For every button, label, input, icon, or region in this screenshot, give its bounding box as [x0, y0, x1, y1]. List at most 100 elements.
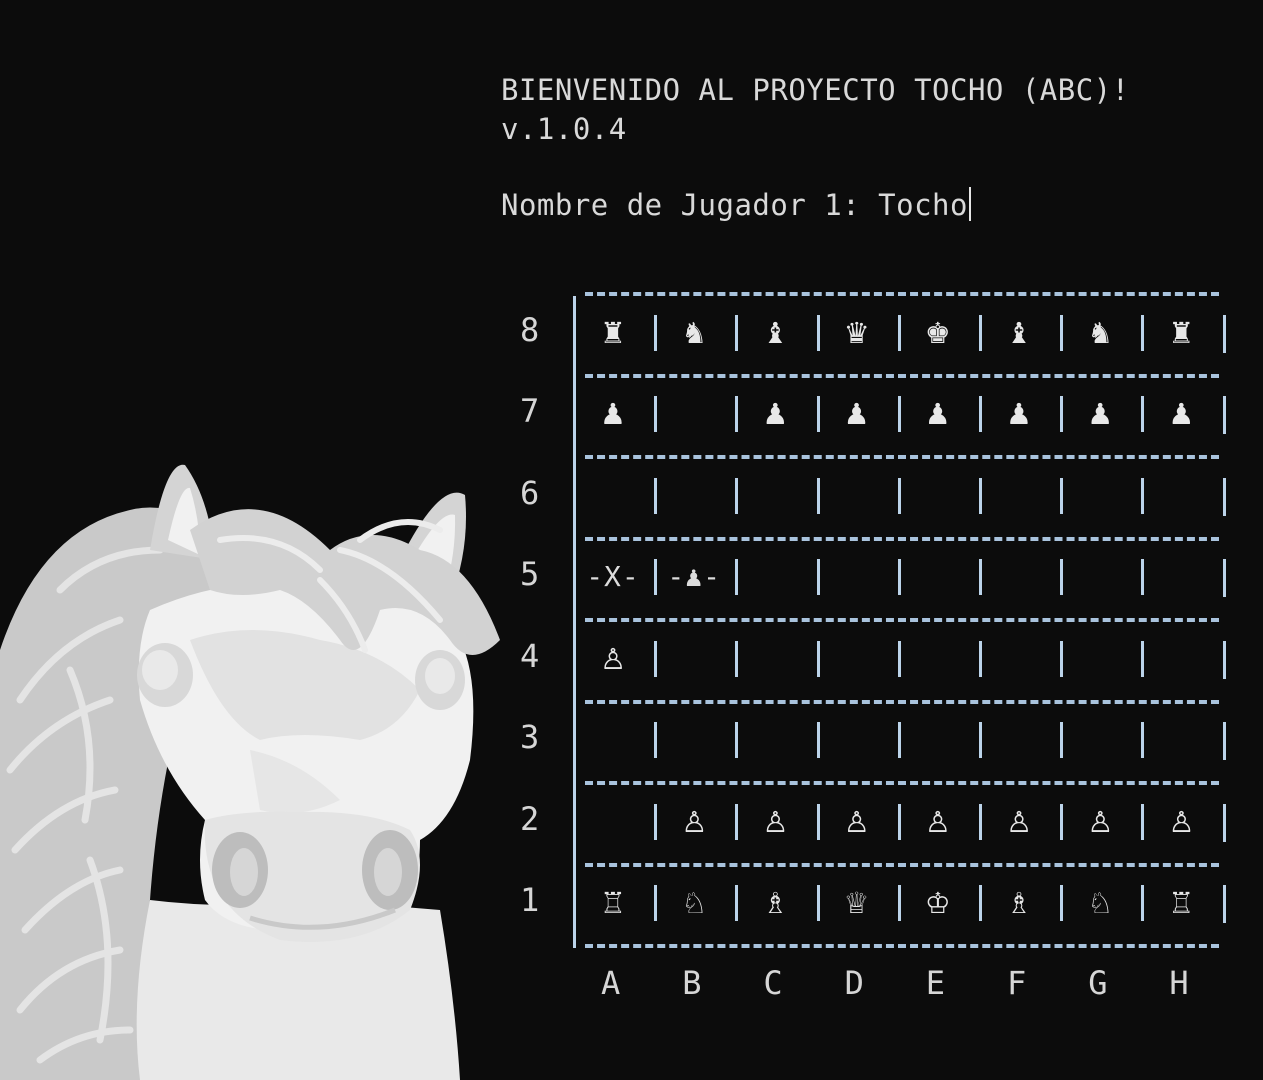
board-square-a7[interactable]: ♟: [581, 392, 645, 436]
board-column-separator: [979, 803, 982, 840]
board-square-a8[interactable]: ♜: [581, 311, 645, 355]
board-square-g4[interactable]: [1068, 637, 1132, 681]
board-square-h6[interactable]: [1149, 474, 1213, 518]
board-square-h4[interactable]: [1149, 637, 1213, 681]
board-square-e7[interactable]: ♟: [906, 392, 970, 436]
board-square-d7[interactable]: ♟: [825, 392, 889, 436]
board-square-c2[interactable]: ♙: [743, 800, 807, 844]
file-label: F: [1007, 964, 1027, 1002]
board-square-c1[interactable]: ♗: [743, 881, 807, 925]
board-square-e3[interactable]: [906, 718, 970, 762]
board-square-c4[interactable]: [743, 637, 807, 681]
board-square-c6[interactable]: [743, 474, 807, 518]
board-square-a5[interactable]: -X-: [581, 555, 645, 599]
board-square-c3[interactable]: [743, 718, 807, 762]
board-square-g7[interactable]: ♟: [1068, 392, 1132, 436]
rank-label: 4: [520, 636, 540, 675]
board-column-separator: [1222, 396, 1226, 435]
board-divider: [585, 536, 1219, 541]
board-column-separator: [654, 396, 658, 433]
file-label: D: [844, 964, 864, 1002]
board-square-h2[interactable]: ♙: [1149, 800, 1213, 844]
board-square-g2[interactable]: ♙: [1068, 800, 1132, 844]
board-square-a6[interactable]: [581, 474, 645, 518]
board-square-h3[interactable]: [1149, 718, 1213, 762]
board-square-c7[interactable]: ♟: [743, 392, 807, 436]
board-square-a4[interactable]: ♙: [581, 637, 645, 681]
board-column-separator: [735, 477, 739, 514]
board-square-b2[interactable]: ♙: [662, 800, 726, 844]
board-square-a2[interactable]: [581, 800, 645, 844]
board-square-f7[interactable]: ♟: [987, 392, 1051, 436]
version-label: v.1.0.4: [501, 112, 627, 146]
board-column-separator: [816, 559, 820, 596]
board-column-separator: [573, 703, 576, 785]
board-square-b6[interactable]: [662, 474, 726, 518]
board-square-e2[interactable]: ♙: [906, 800, 970, 844]
board-square-c8[interactable]: ♝: [743, 311, 807, 355]
board-square-e4[interactable]: [906, 637, 970, 681]
player-name-label: Nombre de Jugador 1:: [501, 188, 879, 222]
board-square-h5[interactable]: [1149, 555, 1213, 599]
board-square-e1[interactable]: ♔: [906, 881, 970, 925]
board-column-separator: [897, 722, 901, 759]
board-square-a3[interactable]: [581, 718, 645, 762]
board-column-separator: [1141, 885, 1145, 922]
board-square-h1[interactable]: ♖: [1149, 881, 1213, 925]
board-divider: [585, 373, 1219, 378]
board-square-h7[interactable]: ♟: [1149, 392, 1213, 436]
board-square-d2[interactable]: ♙: [825, 800, 889, 844]
board-square-h8[interactable]: ♜: [1149, 311, 1213, 355]
board-square-a1[interactable]: ♖: [581, 881, 645, 925]
board-square-f1[interactable]: ♗: [987, 881, 1051, 925]
board-square-g3[interactable]: [1068, 718, 1132, 762]
board-divider: [585, 455, 1219, 459]
board-column-separator: [654, 885, 658, 922]
board-square-d3[interactable]: [825, 718, 889, 762]
file-label: B: [682, 964, 702, 1002]
board-column-separator: [816, 640, 820, 677]
player-name-prompt[interactable]: Nombre de Jugador 1: Tocho: [501, 187, 971, 222]
board-square-d1[interactable]: ♕: [825, 881, 889, 925]
board-square-f8[interactable]: ♝: [987, 311, 1051, 355]
board-column-separator: [654, 640, 658, 677]
board-square-b4[interactable]: [662, 637, 726, 681]
board-square-d5[interactable]: [825, 555, 889, 599]
board-square-g1[interactable]: ♘: [1068, 881, 1132, 925]
board-square-g8[interactable]: ♞: [1068, 311, 1132, 355]
board-column-separator: [1141, 722, 1145, 759]
board-column-separator: [1141, 314, 1145, 351]
board-square-g5[interactable]: [1068, 555, 1132, 599]
board-square-e8[interactable]: ♚: [906, 311, 970, 355]
board-square-e6[interactable]: [906, 474, 970, 518]
board-square-f6[interactable]: [987, 474, 1051, 518]
file-label: C: [763, 964, 783, 1002]
board-square-b3[interactable]: [662, 718, 726, 762]
board-column-separator: [573, 296, 576, 378]
board-column-separator: [979, 640, 982, 677]
board-square-f2[interactable]: ♙: [987, 800, 1051, 844]
board-square-b7[interactable]: [662, 392, 726, 436]
board-square-f3[interactable]: [987, 718, 1051, 762]
board-square-b5[interactable]: -♟-: [662, 555, 726, 599]
board-square-d6[interactable]: [825, 474, 889, 518]
board-square-c5[interactable]: [743, 555, 807, 599]
board-column-separator: [654, 803, 658, 840]
player-name-input[interactable]: Tocho: [878, 188, 968, 222]
board-column-separator: [1141, 559, 1145, 596]
board-square-f4[interactable]: [987, 637, 1051, 681]
board-square-e5[interactable]: [906, 555, 970, 599]
board-square-g6[interactable]: [1068, 474, 1132, 518]
board-divider: [585, 944, 1219, 948]
board-square-b8[interactable]: ♞: [662, 311, 726, 355]
board-square-b1[interactable]: ♘: [662, 881, 726, 925]
board-column-separator: [1222, 477, 1226, 516]
board-square-d4[interactable]: [825, 637, 889, 681]
file-label: E: [925, 964, 946, 1002]
board-column-separator: [1060, 314, 1064, 351]
board-square-f5[interactable]: [987, 555, 1051, 599]
board-column-separator: [573, 377, 576, 459]
board-column-separator: [897, 885, 901, 922]
board-divider: [585, 699, 1219, 704]
board-square-d8[interactable]: ♛: [825, 311, 889, 355]
